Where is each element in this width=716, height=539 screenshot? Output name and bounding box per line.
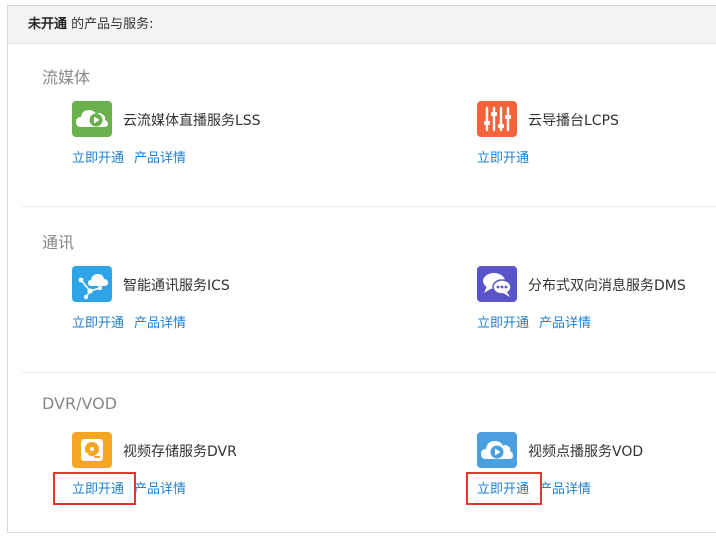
product-name: 智能通讯服务ICS bbox=[123, 278, 230, 294]
product-name: 云导播台LCPS bbox=[528, 113, 619, 129]
section-title: 通讯 bbox=[42, 233, 75, 252]
cloud-play-icon bbox=[72, 101, 112, 137]
activate-link[interactable]: 立即开通 bbox=[72, 151, 124, 166]
product-name: 视频点播服务VOD bbox=[528, 444, 644, 460]
storage-drive-icon bbox=[72, 432, 112, 468]
product-dms: 分布式双向消息服务DMS 立即开通 产品详情 bbox=[477, 266, 716, 336]
unactivated-products-panel: 未开通 的产品与服务: 流媒体 云流媒体直播服务LSS 立即开通 产品详情 云导… bbox=[7, 5, 716, 533]
product-details-link[interactable]: 产品详情 bbox=[134, 316, 186, 331]
equalizer-icon bbox=[477, 101, 517, 137]
panel-header: 未开通 的产品与服务: bbox=[8, 6, 716, 44]
product-name: 分布式双向消息服务DMS bbox=[528, 278, 686, 294]
section-title: 流媒体 bbox=[42, 68, 91, 87]
product-details-link[interactable]: 产品详情 bbox=[539, 316, 591, 331]
product-links: 立即开通 产品详情 bbox=[477, 312, 601, 331]
network-cloud-icon bbox=[72, 266, 112, 302]
activate-link[interactable]: 立即开通 bbox=[477, 316, 529, 331]
header-title: 的产品与服务: bbox=[67, 17, 154, 32]
product-details-link[interactable]: 产品详情 bbox=[539, 482, 591, 497]
activate-link[interactable]: 立即开通 bbox=[477, 151, 529, 166]
section-dvr-vod: DVR/VOD 视频存储服务DVR 立即开通 产品详情 视频点播服务VOD 立即… bbox=[22, 372, 716, 533]
product-details-link[interactable]: 产品详情 bbox=[134, 482, 186, 497]
product-links: 立即开通 产品详情 bbox=[477, 478, 601, 497]
section-communication: 通讯 智能通讯服务ICS 立即开通 产品详情 分布式双向消息服务DMS 立即开通… bbox=[22, 206, 716, 373]
product-lcps: 云导播台LCPS 立即开通 bbox=[477, 101, 716, 171]
product-links: 立即开通 产品详情 bbox=[72, 478, 196, 497]
activate-link[interactable]: 立即开通 bbox=[72, 482, 124, 497]
product-links: 立即开通 bbox=[477, 147, 539, 166]
product-ics: 智能通讯服务ICS 立即开通 产品详情 bbox=[72, 266, 372, 336]
product-links: 立即开通 产品详情 bbox=[72, 147, 196, 166]
activate-link[interactable]: 立即开通 bbox=[72, 316, 124, 331]
chat-bubbles-icon bbox=[477, 266, 517, 302]
header-status: 未开通 bbox=[28, 17, 68, 32]
product-dvr: 视频存储服务DVR 立即开通 产品详情 bbox=[72, 432, 372, 502]
product-name: 云流媒体直播服务LSS bbox=[123, 113, 261, 129]
activate-link[interactable]: 立即开通 bbox=[477, 482, 529, 497]
section-title: DVR/VOD bbox=[42, 394, 118, 413]
product-links: 立即开通 产品详情 bbox=[72, 312, 196, 331]
product-vod: 视频点播服务VOD 立即开通 产品详情 bbox=[477, 432, 716, 502]
product-details-link[interactable]: 产品详情 bbox=[134, 151, 186, 166]
product-lss: 云流媒体直播服务LSS 立即开通 产品详情 bbox=[72, 101, 372, 171]
product-name: 视频存储服务DVR bbox=[123, 444, 237, 460]
cloud-play-icon bbox=[477, 432, 517, 468]
section-streaming-media: 流媒体 云流媒体直播服务LSS 立即开通 产品详情 云导播台LCPS 立即开通 bbox=[22, 44, 716, 206]
